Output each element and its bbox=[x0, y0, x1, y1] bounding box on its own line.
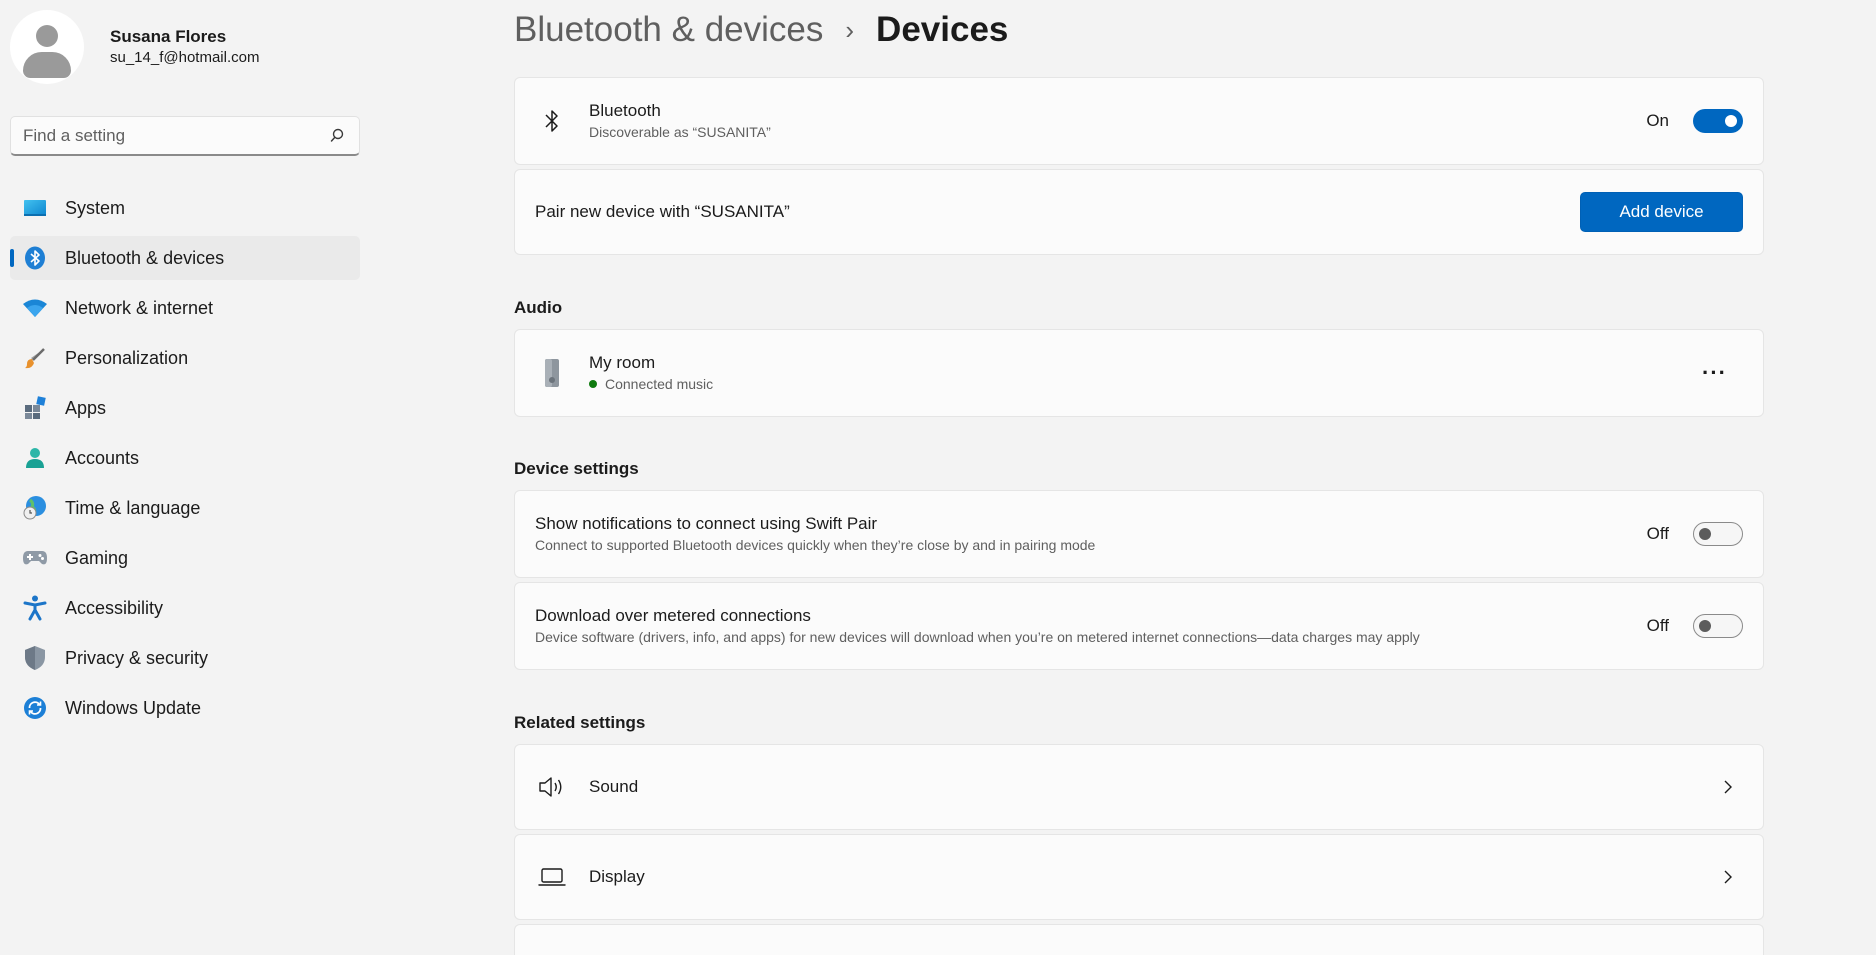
related-sound-link[interactable]: Sound bbox=[514, 744, 1764, 830]
related-next-card[interactable] bbox=[514, 924, 1764, 955]
sidebar-item-time-language[interactable]: Time & language bbox=[10, 486, 360, 530]
sidebar-item-windows-update[interactable]: Windows Update bbox=[10, 686, 360, 730]
more-options-button[interactable]: ··· bbox=[1702, 360, 1727, 386]
apps-icon bbox=[22, 395, 48, 421]
globe-clock-icon bbox=[22, 495, 48, 521]
sidebar-item-label: System bbox=[65, 197, 126, 218]
sidebar-item-label: Network & internet bbox=[65, 297, 214, 318]
sidebar-item-label: Bluetooth & devices bbox=[65, 247, 225, 268]
swift-pair-toggle[interactable] bbox=[1693, 522, 1743, 546]
bluetooth-title: Bluetooth bbox=[589, 101, 661, 120]
bluetooth-subtitle: Discoverable as “SUSANITA” bbox=[589, 124, 771, 140]
sidebar-item-accounts[interactable]: Accounts bbox=[10, 436, 360, 480]
related-sound-label: Sound bbox=[589, 777, 639, 796]
bluetooth-toggle[interactable] bbox=[1693, 109, 1743, 133]
bluetooth-icon bbox=[22, 245, 48, 271]
chevron-right-icon bbox=[1721, 870, 1735, 884]
chevron-right-icon bbox=[1721, 780, 1735, 794]
user-profile[interactable]: Susana Flores su_14_f@hotmail.com bbox=[10, 10, 259, 84]
bluetooth-card: Bluetooth Discoverable as “SUSANITA” On bbox=[514, 77, 1764, 165]
person-icon bbox=[22, 445, 48, 471]
related-display-link[interactable]: Display bbox=[514, 834, 1764, 920]
accessibility-icon bbox=[22, 595, 48, 621]
sidebar-item-label: Apps bbox=[65, 397, 107, 418]
connected-dot bbox=[589, 380, 597, 388]
swift-pair-subtitle: Connect to supported Bluetooth devices q… bbox=[535, 537, 1096, 553]
sidebar-item-label: Windows Update bbox=[65, 697, 202, 718]
laptop-icon bbox=[537, 862, 567, 892]
audio-heading: Audio bbox=[514, 298, 563, 317]
breadcrumb-parent[interactable]: Bluetooth & devices bbox=[514, 10, 823, 50]
audio-device-name: My room bbox=[589, 353, 656, 372]
search-icon[interactable] bbox=[329, 127, 347, 145]
bluetooth-state-label: On bbox=[1646, 111, 1669, 130]
related-display-label: Display bbox=[589, 867, 645, 886]
metered-toggle[interactable] bbox=[1693, 614, 1743, 638]
add-device-button[interactable]: Add device bbox=[1580, 192, 1743, 232]
metered-title: Download over metered connections bbox=[535, 606, 811, 625]
sidebar-item-label: Accounts bbox=[65, 447, 140, 468]
profile-name: Susana Flores bbox=[110, 27, 227, 46]
breadcrumb: Bluetooth & devices › Devices bbox=[514, 10, 1008, 50]
sidebar-item-bluetooth-devices[interactable]: Bluetooth & devices bbox=[10, 236, 360, 280]
speaker-device-icon bbox=[537, 358, 567, 388]
avatar[interactable] bbox=[10, 10, 84, 84]
audio-device-card[interactable]: My room Connected music ··· bbox=[514, 329, 1764, 417]
sidebar: Susana Flores su_14_f@hotmail.com System bbox=[0, 0, 370, 955]
sidebar-item-label: Privacy & security bbox=[65, 647, 209, 668]
search-input[interactable] bbox=[23, 125, 329, 146]
sync-icon bbox=[22, 695, 48, 721]
search-box[interactable] bbox=[10, 116, 360, 156]
pair-device-label: Pair new device with “SUSANITA” bbox=[535, 202, 790, 221]
metered-connections-card: Download over metered connections Device… bbox=[514, 582, 1764, 670]
gamepad-icon bbox=[22, 545, 48, 571]
nav-list: System Bluetooth & devices Network & int… bbox=[10, 186, 360, 736]
sidebar-item-personalization[interactable]: Personalization bbox=[10, 336, 360, 380]
breadcrumb-separator: › bbox=[845, 14, 855, 45]
related-settings-heading: Related settings bbox=[514, 713, 646, 732]
profile-email: su_14_f@hotmail.com bbox=[110, 49, 260, 66]
sidebar-item-network[interactable]: Network & internet bbox=[10, 286, 360, 330]
metered-subtitle: Device software (drivers, info, and apps… bbox=[535, 629, 1420, 645]
sidebar-item-system[interactable]: System bbox=[10, 186, 360, 230]
pair-device-card: Pair new device with “SUSANITA” Add devi… bbox=[514, 169, 1764, 255]
sidebar-item-accessibility[interactable]: Accessibility bbox=[10, 586, 360, 630]
swift-pair-card: Show notifications to connect using Swif… bbox=[514, 490, 1764, 578]
sidebar-item-label: Personalization bbox=[65, 347, 189, 368]
metered-state-label: Off bbox=[1646, 616, 1669, 635]
swift-pair-title: Show notifications to connect using Swif… bbox=[535, 514, 878, 533]
bluetooth-icon bbox=[537, 106, 567, 136]
swift-pair-state-label: Off bbox=[1646, 524, 1669, 543]
shield-icon bbox=[22, 645, 48, 671]
speaker-icon bbox=[537, 772, 567, 802]
sidebar-item-label: Time & language bbox=[65, 497, 201, 518]
page-title: Devices bbox=[876, 10, 1009, 49]
audio-device-status: Connected music bbox=[605, 376, 714, 392]
sidebar-item-privacy-security[interactable]: Privacy & security bbox=[10, 636, 360, 680]
sidebar-item-label: Accessibility bbox=[65, 597, 164, 618]
sidebar-item-apps[interactable]: Apps bbox=[10, 386, 360, 430]
wifi-icon bbox=[22, 295, 48, 321]
sidebar-item-gaming[interactable]: Gaming bbox=[10, 536, 360, 580]
device-settings-heading: Device settings bbox=[514, 459, 639, 478]
monitor-icon bbox=[22, 195, 48, 221]
settings-window: Susana Flores su_14_f@hotmail.com System bbox=[0, 0, 1876, 955]
brush-icon bbox=[22, 345, 48, 371]
sidebar-item-label: Gaming bbox=[65, 547, 129, 568]
